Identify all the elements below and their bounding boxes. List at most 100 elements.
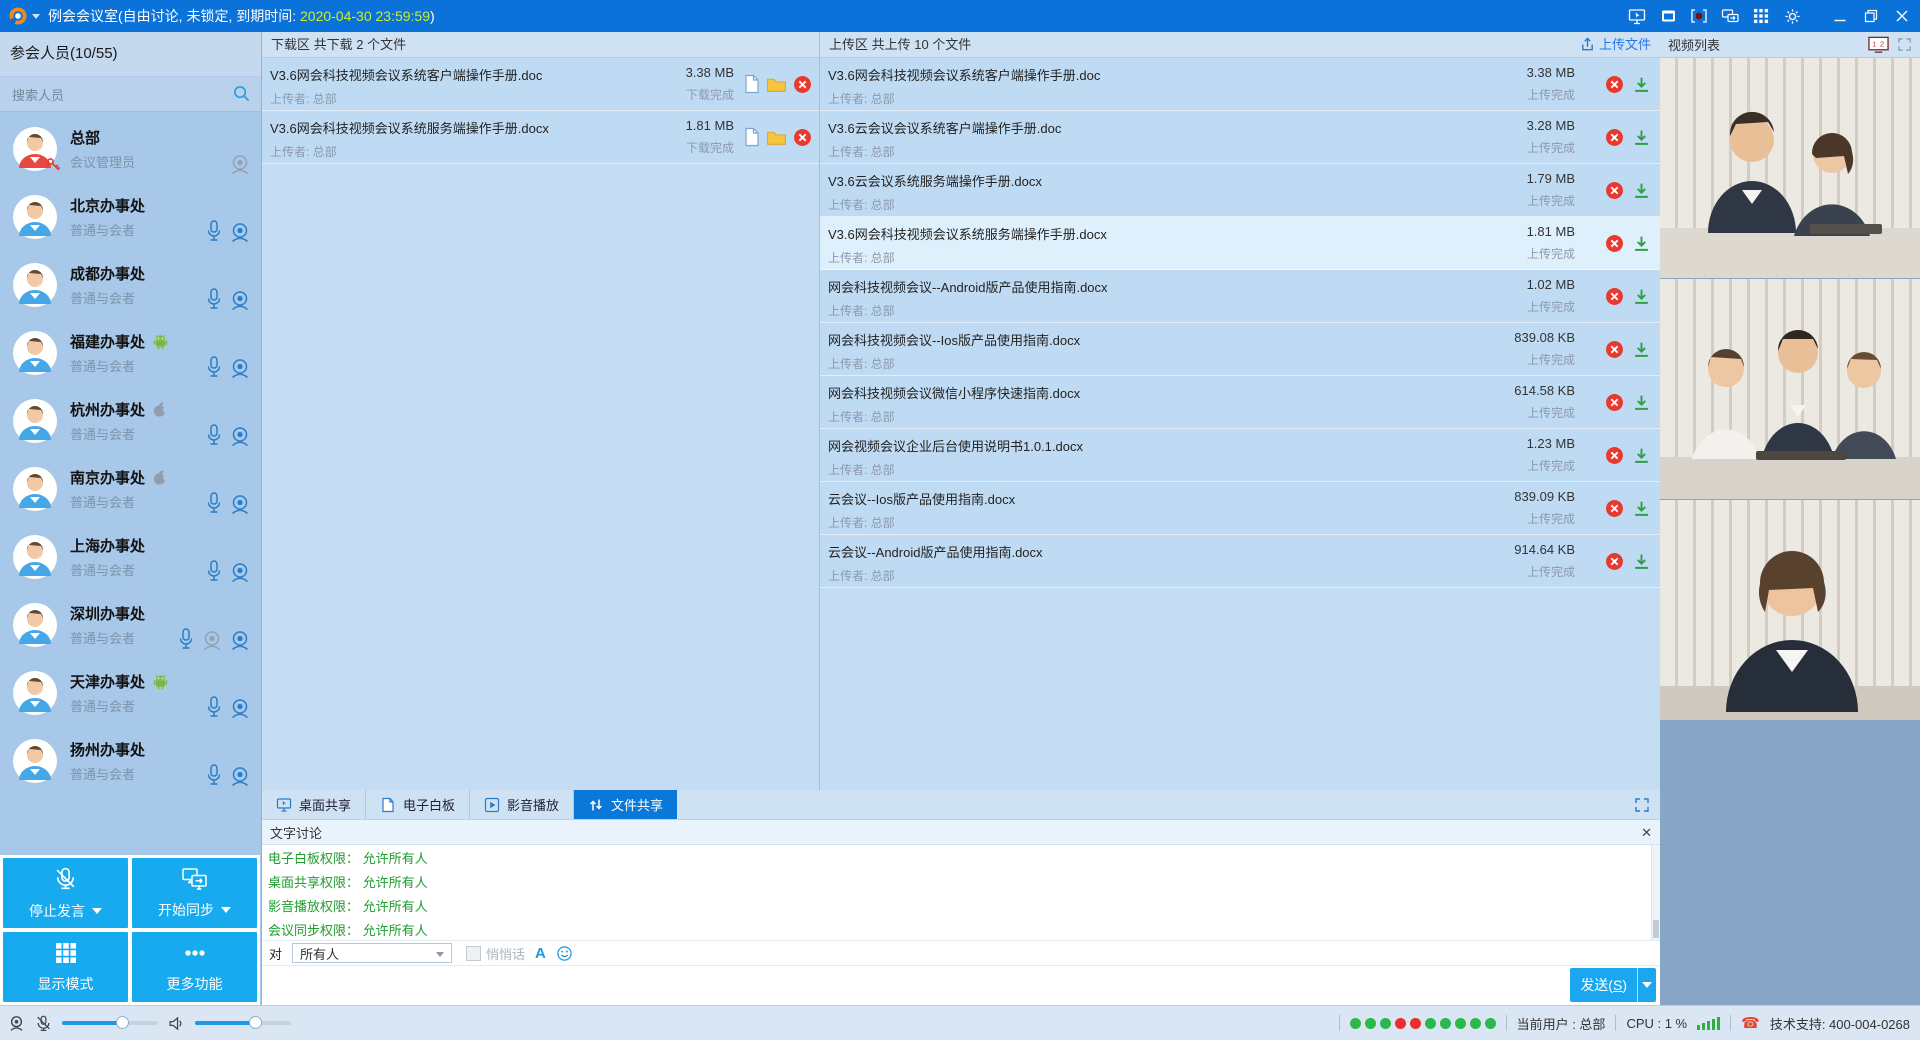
dropdown-caret-icon[interactable] (221, 907, 231, 913)
delete-icon[interactable] (793, 128, 812, 147)
video-thumbnail[interactable] (1660, 58, 1920, 278)
video-thumbnail[interactable] (1660, 279, 1920, 499)
download-icon[interactable] (1633, 500, 1650, 517)
tab-media-play[interactable]: 影音播放 (470, 790, 574, 819)
upload-file-row[interactable]: V3.6网会科技视频会议系统客户端操作手册.doc 上传者: 总部 3.38 M… (820, 58, 1660, 111)
mic-icon[interactable] (205, 355, 223, 379)
camera-icon[interactable] (229, 765, 251, 787)
download-file-row[interactable]: V3.6网会科技视频会议系统服务端操作手册.docx 上传者: 总部 1.81 … (262, 111, 819, 164)
delete-icon[interactable] (793, 75, 812, 94)
participant-row[interactable]: 天津办事处 普通与会者 (0, 659, 261, 727)
video-thumbnail[interactable] (1660, 500, 1920, 720)
camera-icon[interactable] (229, 561, 251, 583)
participant-row[interactable]: 福建办事处 普通与会者 (0, 319, 261, 387)
more-functions-button[interactable]: 更多功能 (132, 932, 257, 1002)
download-icon[interactable] (1633, 76, 1650, 93)
participant-row[interactable]: 深圳办事处 普通与会者 (0, 591, 261, 659)
webcam-icon[interactable] (8, 1015, 25, 1032)
camera-icon[interactable] (229, 357, 251, 379)
display-mode-button[interactable]: 显示模式 (3, 932, 128, 1002)
open-file-icon[interactable] (744, 74, 760, 94)
delete-icon[interactable] (1605, 446, 1624, 465)
camera-icon-gray[interactable] (201, 629, 223, 651)
delete-icon[interactable] (1605, 128, 1624, 147)
camera-icon[interactable] (229, 493, 251, 515)
mic-icon[interactable] (177, 627, 195, 651)
speaker-icon[interactable] (168, 1015, 185, 1032)
mic-icon[interactable] (205, 559, 223, 583)
send-options-caret[interactable] (1637, 968, 1656, 1002)
delete-icon[interactable] (1605, 393, 1624, 412)
mic-muted-icon[interactable] (35, 1015, 52, 1032)
font-icon[interactable] (535, 945, 546, 962)
grid-icon[interactable] (1751, 7, 1771, 25)
sync-screens-icon[interactable] (1720, 7, 1740, 25)
download-icon[interactable] (1633, 182, 1650, 199)
expand-icon[interactable] (1897, 37, 1912, 52)
camera-icon-gray[interactable] (229, 153, 251, 175)
tab-whiteboard[interactable]: 电子白板 (366, 790, 470, 819)
dropdown-caret-icon[interactable] (92, 908, 102, 914)
expand-icon[interactable] (1634, 797, 1650, 813)
message-input-area[interactable]: 发送(S) (262, 967, 1660, 1005)
download-file-row[interactable]: V3.6网会科技视频会议系统客户端操作手册.doc 上传者: 总部 3.38 M… (262, 58, 819, 111)
upload-file-row[interactable]: 云会议--Ios版产品使用指南.docx 上传者: 总部 839.09 KB 上… (820, 482, 1660, 535)
camera-icon[interactable] (229, 697, 251, 719)
mic-volume-slider[interactable] (62, 1021, 158, 1025)
delete-icon[interactable] (1605, 234, 1624, 253)
mic-icon[interactable] (205, 287, 223, 311)
mic-icon[interactable] (205, 491, 223, 515)
mic-icon[interactable] (205, 695, 223, 719)
maximize-icon[interactable] (1861, 7, 1881, 25)
download-icon[interactable] (1633, 341, 1650, 358)
close-icon[interactable] (1892, 7, 1912, 25)
upload-file-row[interactable]: V3.6云会议会议系统客户端操作手册.doc 上传者: 总部 3.28 MB 上… (820, 111, 1660, 164)
emoji-icon[interactable] (556, 945, 573, 962)
download-icon[interactable] (1633, 447, 1650, 464)
upload-file-row[interactable]: 云会议--Android版产品使用指南.docx 上传者: 总部 914.64 … (820, 535, 1660, 588)
delete-icon[interactable] (1605, 340, 1624, 359)
record-icon[interactable] (1689, 7, 1709, 25)
participant-row[interactable]: 扬州办事处 普通与会者 (0, 727, 261, 795)
download-icon[interactable] (1633, 288, 1650, 305)
download-icon[interactable] (1633, 394, 1650, 411)
download-icon[interactable] (1633, 129, 1650, 146)
participant-search[interactable] (0, 77, 261, 112)
delete-icon[interactable] (1605, 287, 1624, 306)
scrollbar[interactable] (1651, 845, 1660, 940)
upload-file-row[interactable]: 网会科技视频会议微信小程序快速指南.docx 上传者: 总部 614.58 KB… (820, 376, 1660, 429)
participant-row[interactable]: 杭州办事处 普通与会者 (0, 387, 261, 455)
camera-icon[interactable] (229, 221, 251, 243)
chevron-down-icon[interactable] (32, 14, 40, 19)
layout-1-2-icon[interactable]: 1 2 (1868, 36, 1889, 54)
slider-thumb[interactable] (249, 1016, 262, 1029)
search-input[interactable] (10, 82, 214, 108)
delete-icon[interactable] (1605, 552, 1624, 571)
participant-row[interactable]: 总部 会议管理员 (0, 115, 261, 183)
upload-file-link[interactable]: 上传文件 (1580, 32, 1651, 57)
mic-icon[interactable] (205, 763, 223, 787)
participant-row[interactable]: 北京办事处 普通与会者 (0, 183, 261, 251)
send-button[interactable]: 发送(S) (1570, 968, 1656, 1002)
settings-gear-icon[interactable] (1782, 7, 1802, 25)
scrollbar-thumb[interactable] (1653, 920, 1659, 938)
download-icon[interactable] (1633, 553, 1650, 570)
delete-icon[interactable] (1605, 181, 1624, 200)
mic-icon[interactable] (205, 219, 223, 243)
delete-icon[interactable] (1605, 499, 1624, 518)
close-icon[interactable] (1641, 826, 1652, 839)
camera-icon[interactable] (229, 289, 251, 311)
participant-row[interactable]: 南京办事处 普通与会者 (0, 455, 261, 523)
mic-icon[interactable] (205, 423, 223, 447)
upload-file-row[interactable]: 网会科技视频会议--Ios版产品使用指南.docx 上传者: 总部 839.08… (820, 323, 1660, 376)
upload-file-row[interactable]: 网会视频会议企业后台使用说明书1.0.1.docx 上传者: 总部 1.23 M… (820, 429, 1660, 482)
upload-file-row[interactable]: V3.6云会议系统服务端操作手册.docx 上传者: 总部 1.79 MB 上传… (820, 164, 1660, 217)
open-file-icon[interactable] (744, 127, 760, 147)
open-folder-icon[interactable] (766, 129, 787, 146)
tab-desktop-share[interactable]: 桌面共享 (262, 790, 366, 819)
speaker-volume-slider[interactable] (195, 1021, 291, 1025)
stop-speaking-button[interactable]: 停止发言 (3, 858, 128, 928)
search-icon[interactable] (232, 84, 251, 103)
window-icon[interactable] (1658, 7, 1678, 25)
participant-row[interactable]: 上海办事处 普通与会者 (0, 523, 261, 591)
